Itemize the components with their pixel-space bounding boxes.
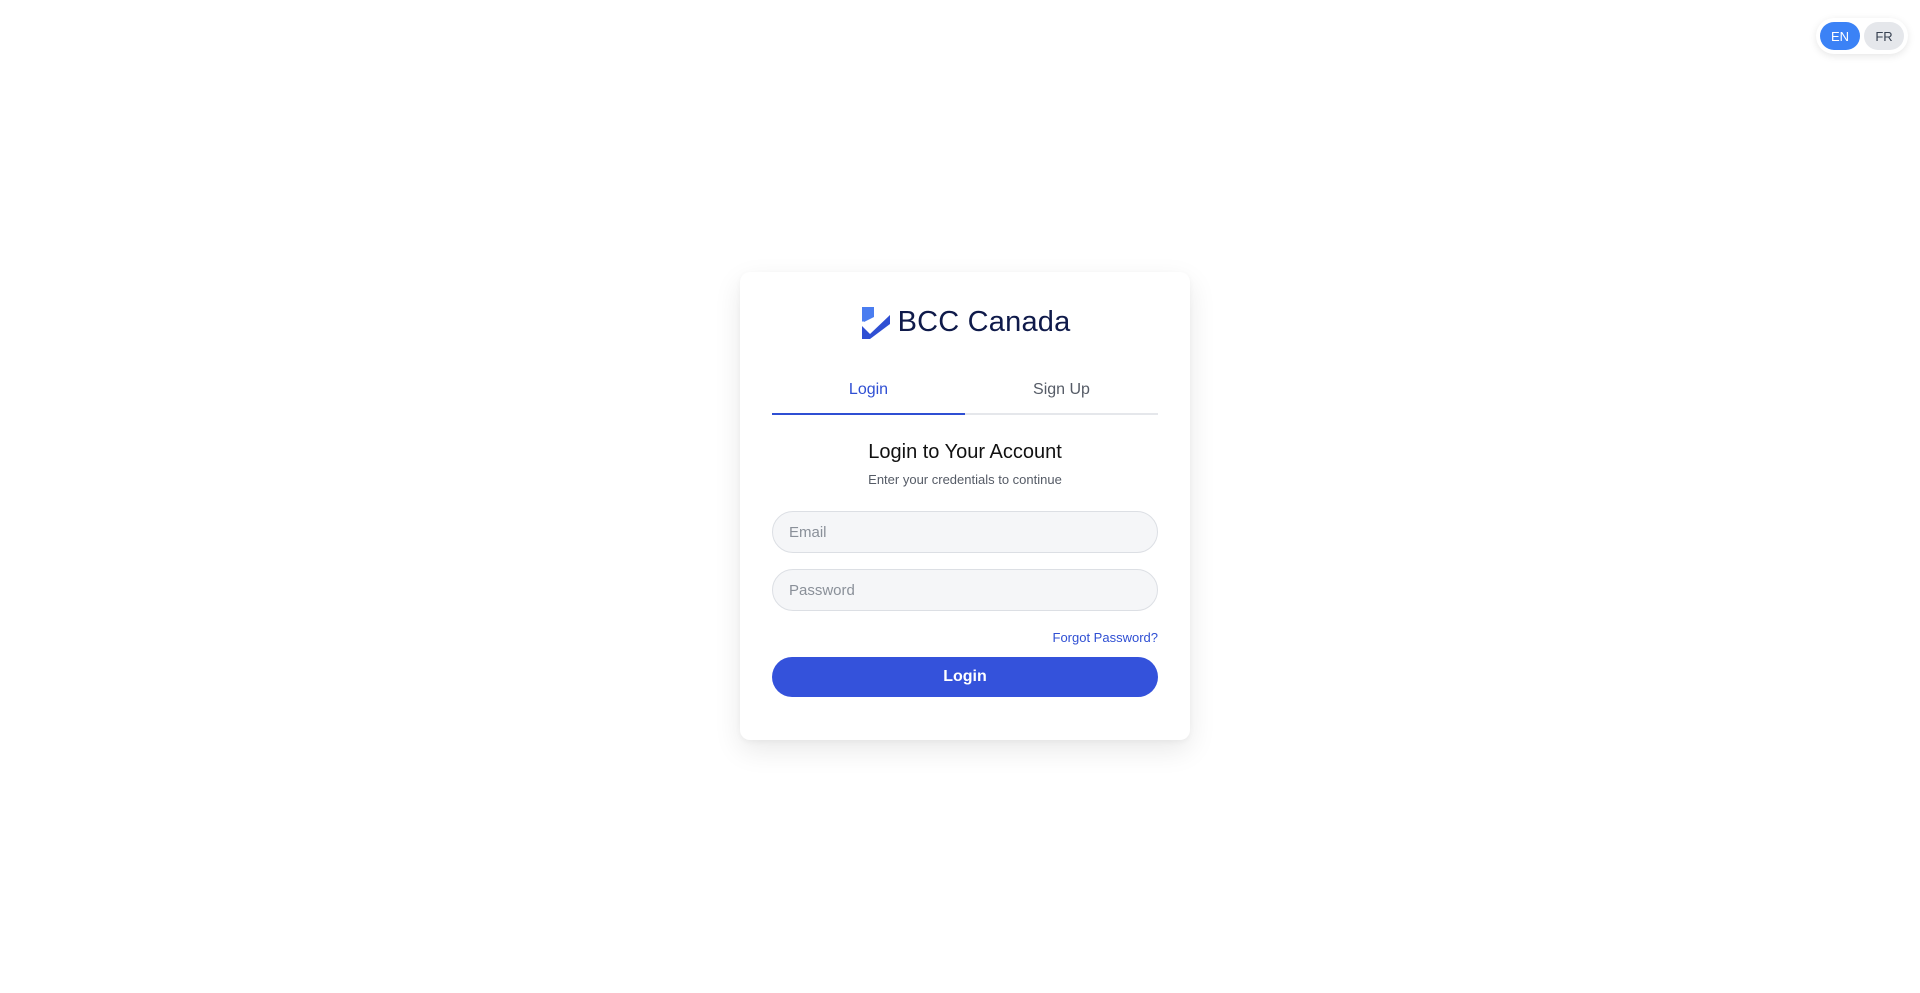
tab-sign-up[interactable]: Sign Up bbox=[965, 375, 1158, 413]
language-fr-button[interactable]: FR bbox=[1864, 22, 1904, 50]
forgot-password-link[interactable]: Forgot Password? bbox=[1053, 630, 1159, 645]
auth-tabs: Login Sign Up bbox=[772, 375, 1158, 415]
language-en-button[interactable]: EN bbox=[1820, 22, 1860, 50]
checkmark-logo-icon bbox=[859, 307, 891, 339]
brand: BCC Canada bbox=[772, 304, 1158, 340]
forgot-password-row: Forgot Password? bbox=[772, 629, 1159, 645]
tab-login[interactable]: Login bbox=[772, 375, 965, 415]
login-card: BCC Canada Login Sign Up Login to Your A… bbox=[740, 272, 1190, 740]
email-field[interactable] bbox=[772, 511, 1158, 553]
brand-name: BCC Canada bbox=[897, 305, 1071, 338]
language-switcher: EN FR bbox=[1816, 18, 1908, 54]
form-heading: Login to Your Account bbox=[868, 441, 1062, 463]
login-button[interactable]: Login bbox=[772, 657, 1158, 697]
form-subheading: Enter your credentials to continue bbox=[868, 472, 1062, 487]
password-field[interactable] bbox=[772, 569, 1158, 611]
